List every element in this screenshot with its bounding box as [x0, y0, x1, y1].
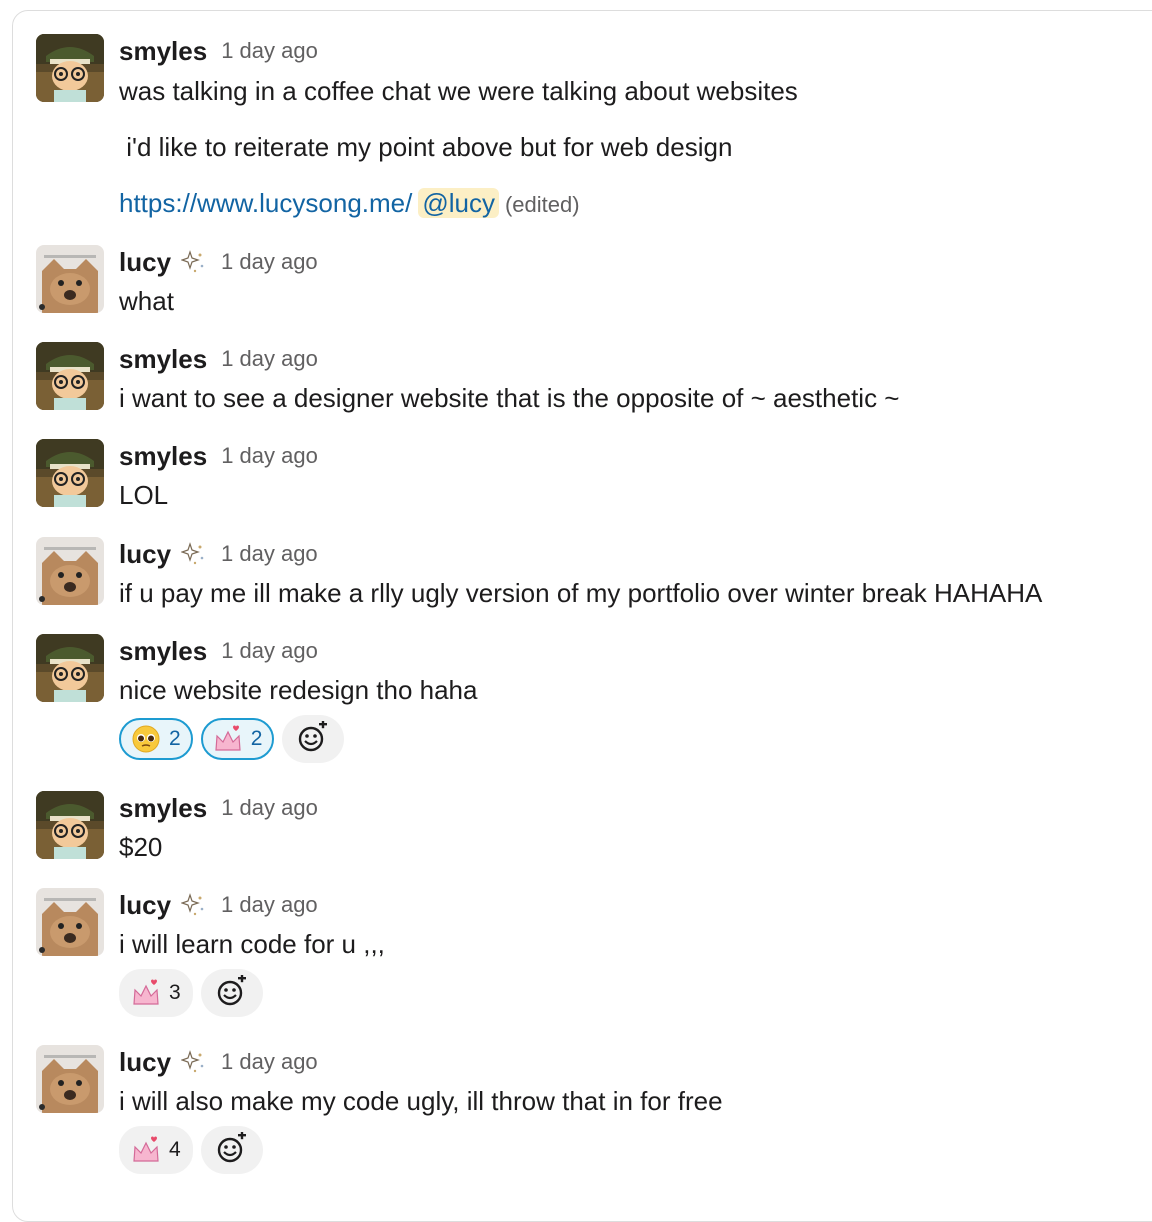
- message-item: smyles 1 day ago $20: [36, 791, 1146, 862]
- message-text: if u pay me ill make a rlly ugly version…: [119, 578, 1043, 608]
- reaction-pink-crown[interactable]: 4: [119, 1126, 193, 1174]
- timestamp[interactable]: 1 day ago: [221, 443, 318, 469]
- reaction-pink-crown[interactable]: 2: [200, 718, 275, 760]
- add-reaction-icon: [216, 975, 248, 1012]
- cat-avatar-icon[interactable]: [36, 245, 104, 313]
- reaction-pleading[interactable]: 2: [119, 718, 193, 760]
- pink-crown-emoji: [213, 724, 243, 754]
- timestamp[interactable]: 1 day ago: [221, 346, 318, 372]
- message-item: lucy 1 day ago if u pay me ill make a rl…: [36, 537, 1146, 608]
- pink-crown-emoji: [131, 1135, 161, 1165]
- author-name[interactable]: lucy: [119, 1047, 171, 1078]
- message-text-links: https://www.lucysong.me/@lucy (edited): [119, 185, 580, 223]
- timestamp[interactable]: 1 day ago: [221, 795, 318, 821]
- author-name[interactable]: smyles: [119, 344, 207, 375]
- reaction-count: 2: [250, 727, 263, 750]
- reaction-count: 2: [169, 727, 181, 750]
- sparkle-status-icon: [181, 1049, 207, 1075]
- sparkle-status-icon: [181, 892, 207, 918]
- smyles-avatar-icon[interactable]: [36, 791, 104, 859]
- message-text: i want to see a designer website that is…: [119, 383, 900, 413]
- timestamp[interactable]: 1 day ago: [221, 1049, 318, 1075]
- message-item: lucy 1 day ago what: [36, 245, 1146, 316]
- reaction-pink-crown[interactable]: 3: [119, 969, 193, 1017]
- sparkle-status-icon: [181, 541, 207, 567]
- cat-avatar-icon[interactable]: [36, 1045, 104, 1113]
- message-item: lucy 1 day ago i will learn code for u ,…: [36, 888, 1146, 1018]
- smyles-avatar-icon[interactable]: [36, 342, 104, 410]
- timestamp[interactable]: 1 day ago: [221, 541, 318, 567]
- message-text: i will learn code for u ,,,: [119, 929, 385, 959]
- timestamp[interactable]: 1 day ago: [221, 892, 318, 918]
- edited-label: (edited): [504, 192, 580, 217]
- timestamp[interactable]: 1 day ago: [221, 38, 318, 64]
- user-mention[interactable]: @lucy: [418, 188, 499, 218]
- message-item: lucy 1 day ago i will also make my code …: [36, 1045, 1146, 1175]
- website-link[interactable]: https://www.lucysong.me/: [119, 188, 412, 218]
- reactions-bar: 2 2: [119, 715, 345, 763]
- add-reaction-icon: [297, 721, 329, 758]
- smyles-avatar-icon[interactable]: [36, 34, 104, 102]
- reaction-count: 4: [169, 1138, 181, 1161]
- message-text: what: [119, 286, 174, 316]
- message-text: i'd like to reiterate my point above but…: [119, 132, 733, 162]
- message-text: $20: [119, 832, 163, 862]
- author-name[interactable]: lucy: [119, 539, 171, 570]
- message-text: LOL: [119, 480, 169, 510]
- add-reaction-button[interactable]: [200, 1126, 263, 1174]
- sparkle-status-icon: [181, 249, 207, 275]
- add-reaction-icon: [216, 1132, 248, 1169]
- message-item: smyles 1 day ago i want to see a designe…: [36, 342, 1146, 413]
- pink-crown-emoji: [131, 978, 161, 1008]
- author-name[interactable]: smyles: [119, 636, 207, 667]
- timestamp[interactable]: 1 day ago: [221, 638, 318, 664]
- author-name[interactable]: lucy: [119, 890, 171, 921]
- reactions-bar: 3: [119, 969, 263, 1017]
- author-name[interactable]: lucy: [119, 247, 171, 278]
- message-text: was talking in a coffee chat we were tal…: [119, 76, 798, 106]
- cat-avatar-icon[interactable]: [36, 537, 104, 605]
- smyles-avatar-icon[interactable]: [36, 439, 104, 507]
- author-name[interactable]: smyles: [119, 36, 207, 67]
- reactions-bar: 4: [119, 1126, 263, 1174]
- author-name[interactable]: smyles: [119, 793, 207, 824]
- message-item: smyles 1 day ago was talking in a coffee…: [36, 34, 1146, 234]
- author-name[interactable]: smyles: [119, 441, 207, 472]
- message-text: i will also make my code ugly, ill throw…: [119, 1086, 723, 1116]
- smyles-avatar-icon[interactable]: [36, 634, 104, 702]
- add-reaction-button[interactable]: [282, 715, 345, 763]
- reaction-count: 3: [169, 981, 181, 1004]
- add-reaction-button[interactable]: [200, 969, 263, 1017]
- message-item: smyles 1 day ago LOL: [36, 439, 1146, 510]
- message-text: nice website redesign tho haha: [119, 675, 478, 705]
- cat-avatar-icon[interactable]: [36, 888, 104, 956]
- timestamp[interactable]: 1 day ago: [221, 249, 318, 275]
- pleading-face-emoji: [131, 724, 161, 754]
- message-item: smyles 1 day ago nice website redesign t…: [36, 634, 1146, 764]
